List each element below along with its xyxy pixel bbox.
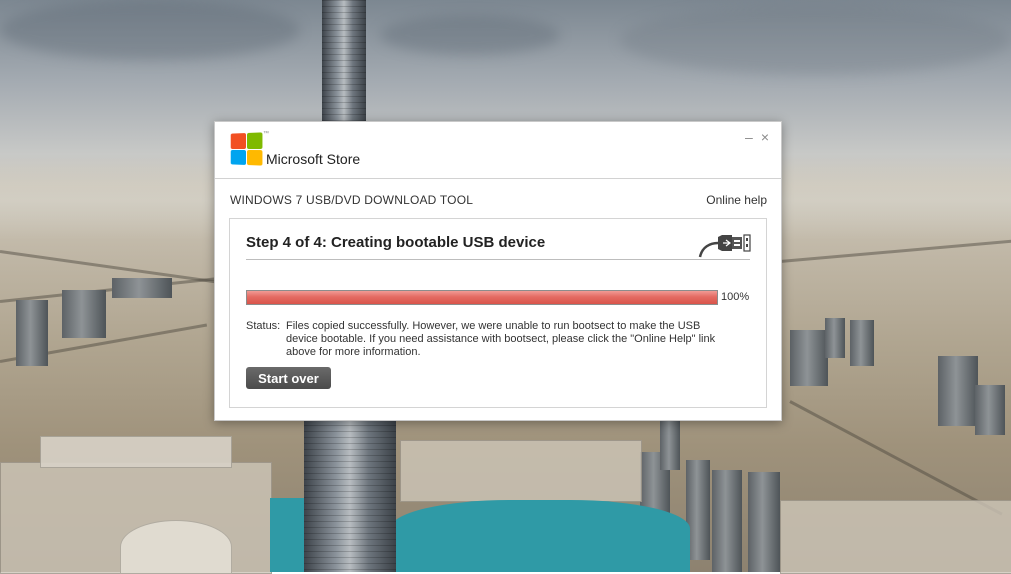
tool-title: WINDOWS 7 USB/DVD DOWNLOAD TOOL — [230, 193, 474, 207]
road — [779, 239, 1011, 263]
city-block — [120, 520, 232, 574]
building — [712, 470, 742, 572]
status-message: Files copied successfully. However, we w… — [286, 320, 716, 358]
cloud — [620, 5, 1010, 75]
building — [825, 318, 845, 358]
window-controls: – × — [745, 130, 769, 144]
building — [660, 420, 680, 470]
usb-plug-icon — [698, 234, 751, 258]
building — [748, 472, 780, 572]
brand-header: ™ Microsoft Store — [230, 131, 361, 167]
cloud — [380, 15, 560, 55]
road — [0, 250, 219, 284]
status-label: Status: — [246, 320, 281, 332]
city-block — [40, 436, 232, 468]
building — [790, 330, 828, 386]
minimize-button[interactable]: – — [745, 130, 753, 144]
start-over-button[interactable]: Start over — [246, 367, 331, 389]
city-block — [400, 440, 642, 502]
step-title: Step 4 of 4: Creating bootable USB devic… — [246, 234, 546, 251]
tower — [304, 419, 396, 572]
online-help-link[interactable]: Online help — [706, 193, 767, 207]
building — [850, 320, 874, 366]
building — [16, 300, 48, 366]
water — [270, 498, 306, 572]
progress-percent: 100% — [721, 291, 750, 303]
logo-tile-blue — [230, 149, 246, 165]
step-panel: Step 4 of 4: Creating bootable USB devic… — [229, 218, 767, 408]
header-divider — [215, 178, 781, 179]
download-tool-window: – × ™ Microsoft Store WINDOWS 7 USB/DVD … — [214, 121, 782, 421]
building — [975, 385, 1005, 435]
logo-tile-green — [246, 132, 263, 149]
progress-bar — [246, 290, 718, 305]
microsoft-logo-icon — [230, 132, 263, 166]
building — [62, 290, 106, 338]
logo-tile-red — [230, 133, 246, 149]
title-divider — [246, 259, 750, 260]
building — [938, 356, 978, 426]
trademark: ™ — [263, 131, 269, 137]
building — [112, 278, 172, 298]
brand-name: Microsoft Store — [266, 151, 361, 167]
logo-tile-yellow — [246, 149, 263, 166]
tower — [322, 0, 366, 130]
cloud — [0, 0, 300, 60]
progress-fill — [247, 291, 717, 304]
close-button[interactable]: × — [761, 130, 769, 144]
city-block — [780, 500, 1011, 574]
water — [390, 500, 690, 572]
